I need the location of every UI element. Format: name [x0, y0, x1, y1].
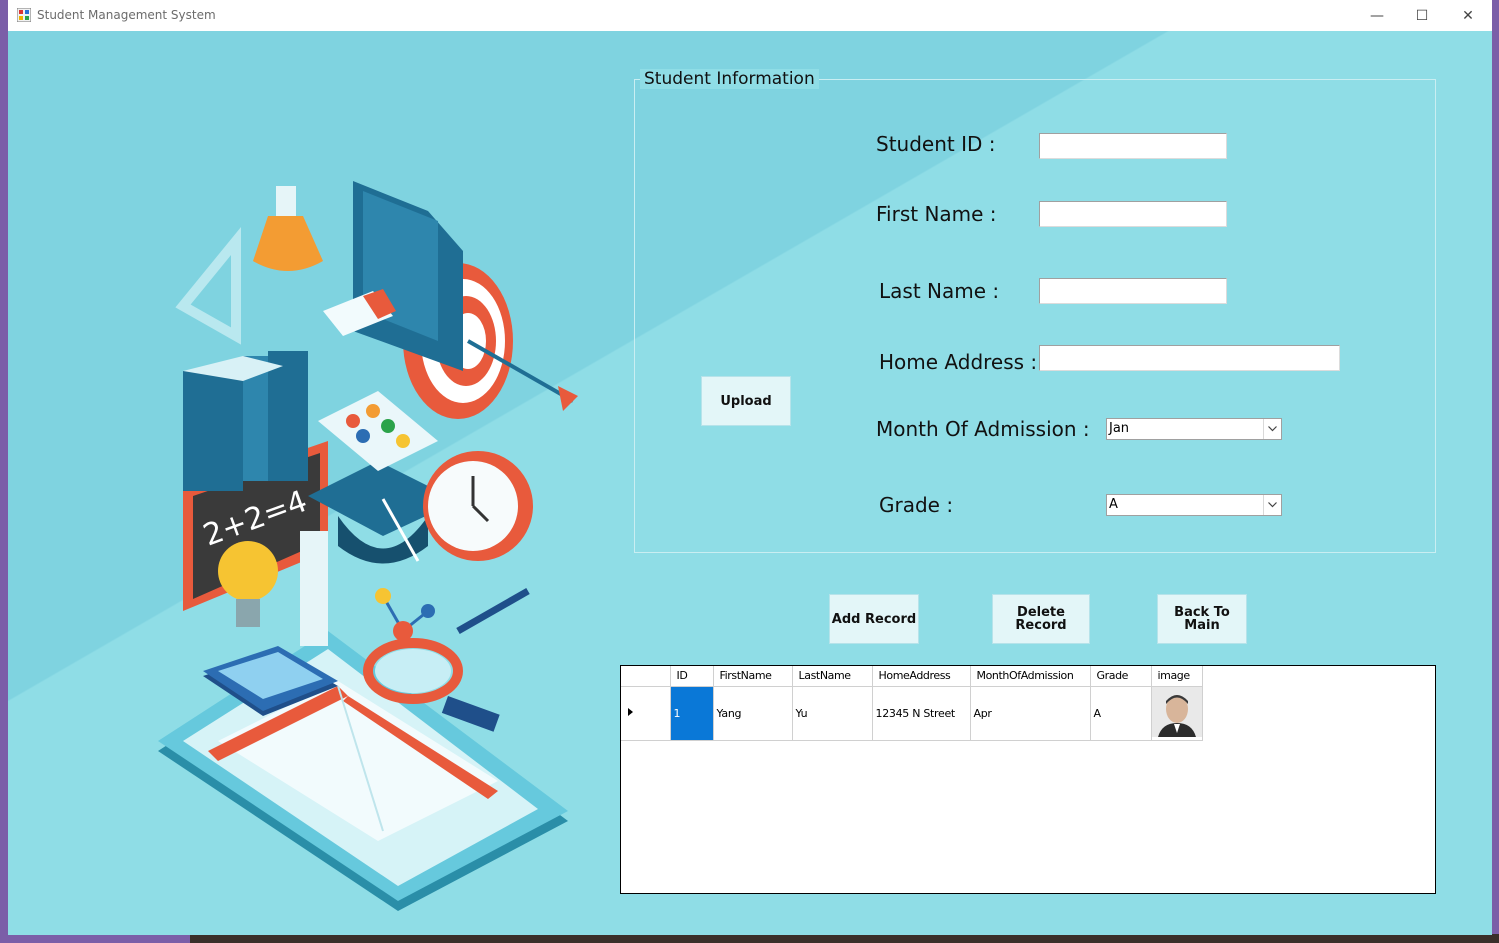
grade-label: Grade :	[879, 493, 954, 517]
cell-id[interactable]: 1	[670, 686, 714, 741]
form-client-area: 2+2=4 Student Information Student ID: F…	[8, 31, 1492, 935]
table-row[interactable]: 1 Yang Yu 12345 N Street Apr A	[621, 686, 1203, 741]
books-illustration	[183, 351, 308, 491]
home-address-input[interactable]	[1039, 345, 1340, 371]
column-header-image[interactable]: image	[1151, 666, 1203, 687]
palette-illustration	[318, 391, 438, 471]
cell-homeaddress[interactable]: 12345 N Street	[872, 686, 971, 741]
records-table: ID FirstName LastName HomeAddress MonthO…	[621, 666, 1203, 741]
first-name-label: First Name :	[876, 202, 997, 226]
education-illustration: 2+2=4	[158, 181, 578, 911]
lightbulb-illustration	[218, 541, 278, 627]
minimize-button[interactable]: —	[1354, 0, 1400, 31]
column-header-homeaddress[interactable]: HomeAddress	[872, 666, 971, 687]
table-header-row: ID FirstName LastName HomeAddress MonthO…	[621, 666, 1203, 687]
student-photo	[1151, 686, 1202, 737]
molecule-illustration	[375, 588, 435, 641]
month-selected-value: Jan	[1109, 421, 1130, 436]
close-button[interactable]: ✕	[1445, 0, 1491, 31]
chevron-down-icon[interactable]	[1263, 419, 1281, 439]
window-title: Student Management System	[37, 8, 216, 22]
cell-image[interactable]	[1151, 686, 1203, 741]
last-name-label: Last Name :	[879, 279, 1000, 303]
student-records-grid[interactable]: ID FirstName LastName HomeAddress MonthO…	[620, 665, 1436, 894]
desktop-background	[190, 934, 1499, 943]
current-row-arrow-icon	[628, 707, 633, 716]
title-bar: Student Management System — ☐ ✕	[8, 0, 1492, 31]
flask-illustration	[253, 186, 323, 271]
app-icon	[17, 8, 31, 22]
delete-record-button[interactable]: Delete Record	[992, 594, 1090, 644]
column-header-grade[interactable]: Grade	[1090, 666, 1152, 687]
column-header-lastname[interactable]: LastName	[792, 666, 873, 687]
student-id-label: Student ID :	[876, 132, 996, 156]
maximize-button[interactable]: ☐	[1399, 0, 1445, 31]
folder-illustration	[353, 181, 463, 371]
column-header-monthofadmission[interactable]: MonthOfAdmission	[970, 666, 1091, 687]
cell-grade[interactable]: A	[1090, 686, 1152, 741]
chevron-down-icon[interactable]	[1263, 495, 1281, 515]
last-name-input[interactable]	[1039, 278, 1227, 304]
student-information-group	[634, 79, 1436, 553]
upload-button[interactable]: Upload	[701, 376, 791, 426]
pencil-illustration	[456, 587, 530, 635]
first-name-input[interactable]	[1039, 201, 1227, 227]
month-of-admission-select[interactable]: Jan	[1106, 418, 1282, 440]
clock-illustration	[423, 451, 533, 561]
month-of-admission-label: Month Of Admission :	[876, 417, 1090, 441]
row-selector[interactable]	[621, 686, 671, 741]
row-header-corner	[621, 666, 671, 687]
add-record-button[interactable]: Add Record	[829, 594, 919, 644]
back-to-main-button[interactable]: Back To Main	[1157, 594, 1247, 644]
back-to-main-line2: Main	[1184, 618, 1220, 633]
home-address-label: Home Address :	[879, 350, 1038, 374]
grade-selected-value: A	[1109, 497, 1118, 512]
column-header-id[interactable]: ID	[670, 666, 714, 687]
group-title: Student Information	[640, 69, 819, 89]
main-window: Student Management System — ☐ ✕ 2+2=4 St…	[8, 0, 1492, 935]
test-tube-illustration	[300, 531, 328, 646]
student-id-input[interactable]	[1039, 133, 1227, 159]
grade-select[interactable]: A	[1106, 494, 1282, 516]
cell-firstname[interactable]: Yang	[713, 686, 793, 741]
cell-lastname[interactable]: Yu	[792, 686, 873, 741]
triangle-ruler-illustration	[175, 226, 241, 345]
cell-month[interactable]: Apr	[970, 686, 1091, 741]
column-header-firstname[interactable]: FirstName	[713, 666, 793, 687]
